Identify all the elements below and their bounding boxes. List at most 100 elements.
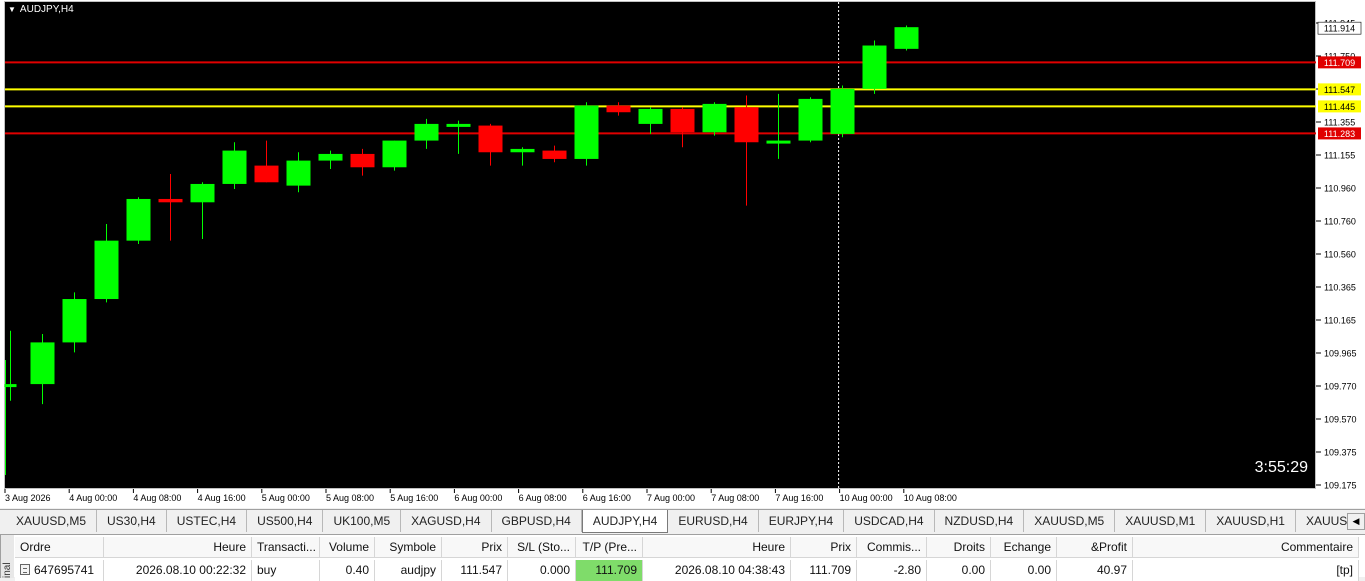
column-header-3[interactable]: Volume — [320, 537, 375, 558]
column-header-10[interactable]: Commis... — [857, 537, 927, 558]
table-cell-10: -2.80 — [857, 560, 927, 581]
table-cell-4: audjpy — [375, 560, 442, 581]
tab-xauusd-m5[interactable]: XAUUSD,M5 — [6, 510, 98, 532]
tab-eurusd-h4[interactable]: EURUSD,H4 — [668, 510, 759, 532]
y-axis-label: 109.570 — [1324, 415, 1357, 425]
x-axis-label: 7 Aug 00:00 — [647, 493, 695, 503]
column-header-5[interactable]: Prix — [442, 537, 508, 558]
price-chart[interactable]: 111.945111.750111.555111.355111.155110.9… — [0, 0, 1365, 508]
table-cell-0: 647695741 — [15, 560, 104, 581]
x-axis-label: 7 Aug 16:00 — [775, 493, 823, 503]
candle-body — [4, 384, 17, 388]
bar-countdown-timer: 3:55:29 — [1254, 459, 1308, 476]
column-header-8[interactable]: Heure — [643, 537, 791, 558]
x-axis-label: 6 Aug 00:00 — [454, 493, 502, 503]
y-axis-label: 110.760 — [1324, 217, 1356, 227]
y-axis-label: 111.355 — [1324, 118, 1355, 128]
table-cell-7: 111.709 — [576, 560, 643, 581]
tab-us30-h4[interactable]: US30,H4 — [97, 510, 167, 532]
table-cell-5: 111.547 — [442, 560, 508, 581]
candle-body — [606, 105, 631, 113]
history-header-row: Ordre Heure Transacti... Volume Symbole Prix S… — [15, 537, 1359, 558]
candle-body — [830, 88, 855, 134]
table-cell-8: 2026.08.10 04:38:43 — [643, 560, 791, 581]
x-axis-label: 5 Aug 16:00 — [390, 493, 438, 503]
x-axis-label: 4 Aug 00:00 — [69, 493, 117, 503]
column-header-0[interactable]: Ordre — [15, 537, 104, 558]
terminal-panel: inal Ordre Heure Transacti... Volume Symbole… — [0, 534, 1365, 581]
table-cell-11: 0.00 — [927, 560, 991, 581]
table-cell-14: [tp] — [1133, 560, 1359, 581]
column-header-2[interactable]: Transacti... — [252, 537, 320, 558]
column-header-6[interactable]: S/L (Sto... — [508, 537, 576, 558]
chart-symbol-title: ▼ AUDJPY,H4 — [8, 4, 74, 15]
tab-audjpy-h4[interactable]: AUDJPY,H4 — [581, 510, 669, 533]
candle-body — [798, 98, 823, 141]
chart-area[interactable]: 111.945111.750111.555111.355111.155110.9… — [0, 0, 1365, 508]
candle-body — [478, 125, 503, 153]
column-header-1[interactable]: Heure — [104, 537, 252, 558]
column-header-13[interactable]: &Profit — [1057, 537, 1133, 558]
candle-body — [574, 105, 599, 159]
candle-body — [190, 183, 215, 203]
terminal-side-label[interactable]: inal — [0, 535, 14, 578]
candle-body — [862, 45, 887, 89]
price-level-label: 111.709 — [1324, 58, 1355, 68]
candle-body — [222, 150, 247, 184]
candle-body — [318, 153, 343, 161]
candle-body — [350, 153, 375, 168]
x-axis-label: 10 Aug 08:00 — [904, 493, 957, 503]
candle-body — [894, 27, 919, 49]
tab-gbpusd-h4[interactable]: GBPUSD,H4 — [492, 510, 582, 532]
order-document-icon — [20, 564, 30, 575]
table-cell-13: 40.97 — [1057, 560, 1133, 581]
tab-usdcad-h4[interactable]: USDCAD,H4 — [844, 510, 935, 532]
candle-body — [766, 140, 791, 144]
tab-ustec-h4[interactable]: USTEC,H4 — [167, 510, 248, 532]
x-axis-label: 6 Aug 08:00 — [519, 493, 567, 503]
tab-eurjpy-h4[interactable]: EURJPY,H4 — [759, 510, 845, 532]
candle-body — [126, 198, 151, 241]
table-row[interactable]: 647695741 2026.08.10 00:22:32 buy 0.40 audjp… — [15, 560, 1359, 581]
candle-body — [382, 140, 407, 168]
x-axis-label: 7 Aug 08:00 — [711, 493, 759, 503]
candle-body — [702, 103, 727, 133]
candle-body — [62, 299, 87, 343]
column-header-12[interactable]: Echange — [991, 537, 1057, 558]
table-cell-9: 111.709 — [791, 560, 857, 581]
order-id: 647695741 — [34, 563, 95, 577]
column-header-4[interactable]: Symbole — [375, 537, 442, 558]
column-header-9[interactable]: Prix — [791, 537, 857, 558]
candle-body — [510, 148, 535, 153]
candle-body — [542, 150, 567, 159]
column-header-7[interactable]: T/P (Pre... — [576, 537, 643, 558]
candle-body — [446, 123, 471, 127]
table-cell-12: 0.00 — [991, 560, 1057, 581]
x-axis-label: 4 Aug 16:00 — [198, 493, 246, 503]
tab-uk100-m5[interactable]: UK100,M5 — [323, 510, 402, 532]
y-axis-label: 109.965 — [1324, 349, 1357, 359]
table-cell-6: 0.000 — [508, 560, 576, 581]
x-axis-label: 5 Aug 08:00 — [326, 493, 374, 503]
column-header-14[interactable]: Commentaire — [1133, 537, 1359, 558]
x-axis-label: 6 Aug 16:00 — [583, 493, 631, 503]
y-axis-label: 109.770 — [1324, 382, 1357, 392]
price-level-label: 111.914 — [1324, 24, 1355, 34]
table-cell-2: buy — [252, 560, 320, 581]
tab-scroll-left-icon[interactable]: ◀ — [1347, 513, 1365, 530]
tab-xagusd-h4[interactable]: XAGUSD,H4 — [401, 510, 492, 532]
tab-xauusd-h1[interactable]: XAUUSD,H1 — [1206, 510, 1296, 532]
tab-xauusd-m1[interactable]: XAUUSD,M1 — [1115, 510, 1207, 532]
y-axis-label: 109.375 — [1324, 448, 1357, 458]
tab-xauusd-m5[interactable]: XAUUSD,M5 — [1024, 510, 1116, 532]
dropdown-triangle-icon[interactable]: ▼ — [8, 5, 16, 14]
candle-body — [30, 342, 55, 385]
tab-us500-h4[interactable]: US500,H4 — [247, 510, 324, 532]
price-level-label: 111.283 — [1324, 129, 1355, 139]
tab-nzdusd-h4[interactable]: NZDUSD,H4 — [935, 510, 1025, 532]
chart-tabs-bar: XAUUSD,M5 US30,H4 USTEC,H4 US500,H4 UK100,M5… — [0, 509, 1365, 533]
column-header-11[interactable]: Droits — [927, 537, 991, 558]
price-level-label: 111.547 — [1324, 85, 1355, 95]
table-cell-3: 0.40 — [320, 560, 375, 581]
candle-body — [286, 160, 311, 186]
